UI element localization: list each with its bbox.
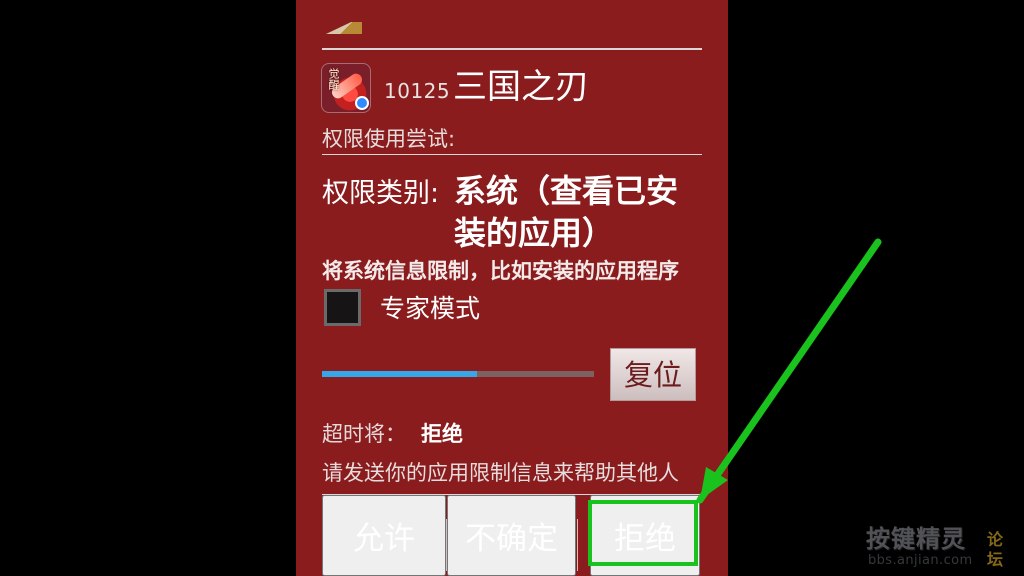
- watermark-tag: 论坛: [987, 530, 1004, 569]
- app-name: 三国之刃: [453, 67, 589, 107]
- app-id: 10125: [384, 79, 451, 103]
- forum-watermark: 按键精灵 论坛 bbs.anjian.com: [866, 525, 1016, 571]
- app-icon-mark: 觉醒: [327, 68, 340, 90]
- top-divider: [322, 48, 702, 50]
- partial-top-icon: [326, 22, 362, 34]
- dialog-action-bar: 允许 不确定 拒绝: [296, 495, 728, 576]
- action-separator: [577, 519, 578, 571]
- permission-dialog: 觉醒 10125 三国之刃 权限使用尝试: 权限类别: 系统（查看已安装的应用）…: [296, 0, 728, 576]
- allow-button[interactable]: 允许: [322, 495, 446, 576]
- permission-category-label: 权限类别:: [322, 178, 440, 209]
- game-app-icon: 觉醒: [321, 63, 371, 113]
- reset-button[interactable]: 复位: [610, 348, 696, 401]
- permission-description: 将系统信息限制，比如安装的应用程序: [322, 259, 679, 283]
- permission-category-value: 系统（查看已安装的应用）: [454, 172, 679, 252]
- permission-trial-label: 权限使用尝试:: [322, 127, 456, 151]
- expert-mode-label: 专家模式: [380, 294, 481, 323]
- deny-button[interactable]: 拒绝: [590, 495, 700, 576]
- screenshot-stage: 觉醒 10125 三国之刃 权限使用尝试: 权限类别: 系统（查看已安装的应用）…: [0, 0, 1024, 576]
- unsure-button[interactable]: 不确定: [447, 495, 576, 576]
- watermark-url: bbs.anjian.com: [868, 553, 973, 568]
- watermark-main: 按键精灵: [866, 525, 966, 553]
- section-divider: [322, 154, 702, 155]
- timeout-progress-fill: [322, 371, 478, 377]
- help-text: 请发送你的应用限制信息来帮助其他人: [322, 461, 679, 485]
- timeout-label: 超时将：: [322, 422, 406, 446]
- expert-mode-checkbox[interactable]: [324, 289, 361, 326]
- timeout-value: 拒绝: [421, 422, 463, 446]
- timeout-progress-bar: [322, 371, 594, 377]
